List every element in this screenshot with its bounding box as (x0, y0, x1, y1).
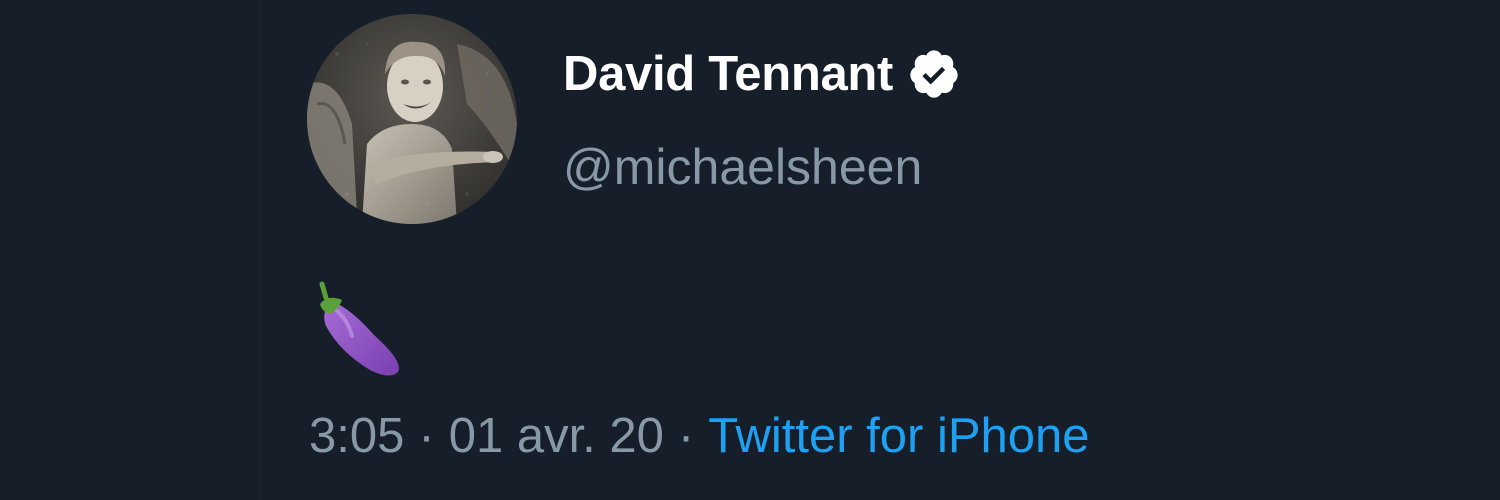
tweet-time[interactable]: 3:05 (309, 408, 404, 464)
tweet-date[interactable]: 01 avr. 20 (449, 408, 664, 464)
weeping-angel-avatar-icon (307, 14, 517, 224)
user-handle[interactable]: @michaelsheen (563, 138, 922, 196)
display-name[interactable]: David Tennant (563, 46, 893, 102)
tweet-card: David Tennant @michaelsheen 3:05 · 01 av… (0, 0, 1500, 500)
avatar[interactable] (307, 14, 517, 224)
divider (260, 0, 261, 500)
author-row: David Tennant (563, 42, 961, 106)
tweet-source-link[interactable]: Twitter for iPhone (708, 408, 1089, 464)
tweet-metadata: 3:05 · 01 avr. 20 · Twitter for iPhone (309, 408, 1090, 464)
eggplant-emoji-icon (319, 281, 399, 376)
separator: · (418, 409, 435, 463)
verified-badge-icon (910, 50, 958, 98)
separator: · (677, 409, 695, 463)
